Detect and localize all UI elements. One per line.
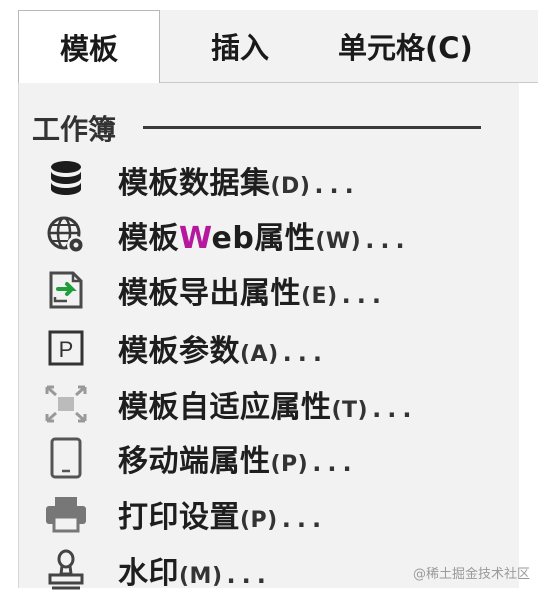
- section-divider: [143, 126, 481, 129]
- section-title: 工作簿: [32, 108, 116, 148]
- menu-item-mobile-properties[interactable]: 移动端属性(P)...: [40, 430, 358, 486]
- menu-item-label: 模板参数(A)...: [118, 326, 328, 370]
- source-watermark: @稀土掘金技术社区: [413, 563, 530, 582]
- menu-item-label: 模板数据集(D)...: [118, 158, 360, 202]
- printer-icon: [40, 488, 92, 540]
- menu-item-label: 打印设置(P)...: [118, 492, 327, 536]
- export-icon: [40, 264, 92, 316]
- menu-item-label: 模板Web属性(W)...: [118, 213, 411, 257]
- tab-template[interactable]: 模板: [18, 10, 160, 83]
- globe-gear-icon: [40, 209, 92, 261]
- database-icon: [40, 154, 92, 206]
- tab-insert[interactable]: 插入: [160, 10, 320, 82]
- stamp-icon: [40, 544, 92, 596]
- parameter-icon: P: [40, 322, 92, 374]
- menu-item-template-adaptive-properties[interactable]: 模板自适应属性(T)...: [40, 376, 417, 432]
- menu-item-label: 模板导出属性(E)...: [118, 268, 387, 312]
- menu-item-label: 移动端属性(P)...: [118, 436, 358, 480]
- fit-screen-icon: [40, 378, 92, 430]
- ribbon-tab-bar: 模板 插入 单元格(C): [18, 10, 538, 83]
- menu-item-template-export-properties[interactable]: 模板导出属性(E)...: [40, 262, 387, 318]
- menu-item-print-settings[interactable]: 打印设置(P)...: [40, 486, 327, 542]
- menu-item-template-web-properties[interactable]: 模板Web属性(W)...: [40, 207, 411, 263]
- svg-text:P: P: [59, 337, 74, 362]
- menu-item-label: 模板自适应属性(T)...: [118, 382, 417, 426]
- menu-item-template-dataset[interactable]: 模板数据集(D)...: [40, 152, 360, 208]
- tab-cell[interactable]: 单元格(C): [320, 10, 520, 82]
- menu-item-label: 水印(M)...: [118, 548, 272, 592]
- menu-item-watermark[interactable]: 水印(M)...: [40, 542, 272, 598]
- menu-item-template-parameters[interactable]: P 模板参数(A)...: [40, 320, 328, 376]
- section-header-workbook: 工作簿: [32, 108, 116, 148]
- tablet-icon: [40, 432, 92, 484]
